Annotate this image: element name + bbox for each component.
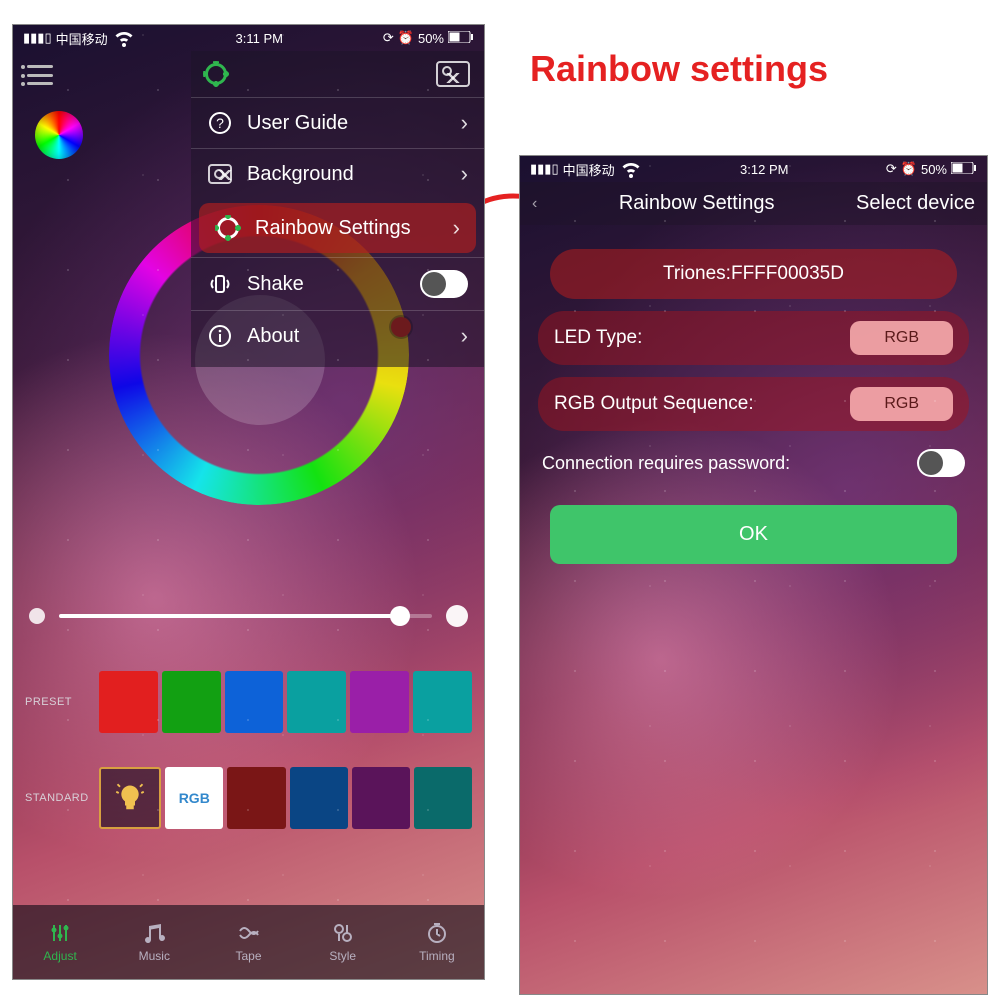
alarm-icon: ⏰ — [398, 30, 414, 46]
brightness-slider[interactable] — [59, 614, 432, 618]
question-icon: ? — [207, 111, 233, 135]
preset-swatch[interactable] — [225, 671, 284, 733]
adjust-icon — [48, 921, 72, 945]
gear-icon[interactable] — [205, 63, 227, 85]
battery-icon — [951, 162, 977, 177]
preset-swatch[interactable] — [350, 671, 409, 733]
brightness-slider-row — [13, 605, 484, 627]
photo-icon[interactable] — [436, 61, 470, 87]
sun-large-icon — [446, 605, 468, 627]
preset-swatch[interactable] — [287, 671, 346, 733]
standard-swatch[interactable] — [290, 767, 348, 829]
standard-swatch[interactable] — [352, 767, 410, 829]
back-icon[interactable]: ‹ — [532, 195, 537, 213]
shake-icon — [207, 272, 233, 296]
chevron-right-icon: › — [461, 323, 468, 349]
menu-item-label: About — [247, 325, 447, 348]
led-type-value[interactable]: RGB — [850, 321, 953, 355]
rgb-sequence-value[interactable]: RGB — [850, 387, 953, 421]
chevron-right-icon: › — [453, 215, 460, 241]
ok-button[interactable]: OK — [550, 505, 957, 564]
menu-item-background[interactable]: Background › — [191, 148, 484, 199]
gear-icon — [215, 217, 241, 239]
select-device-button[interactable]: Select device — [856, 192, 975, 215]
color-wheel-thumbnail[interactable] — [35, 111, 83, 159]
signal-icon: ▮▮▮▯ — [23, 30, 52, 46]
clock-label: 3:11 PM — [236, 31, 283, 46]
menu-item-rainbow-settings[interactable]: Rainbow Settings › — [199, 203, 476, 253]
rgb-sequence-row: RGB Output Sequence: RGB — [538, 377, 969, 431]
led-type-label: LED Type: — [554, 327, 642, 349]
standard-swatch[interactable] — [227, 767, 285, 829]
menu-item-label: Shake — [247, 273, 406, 296]
tab-style[interactable]: Style — [296, 905, 390, 979]
rainbow-settings-header: ‹ Rainbow Settings Select device — [520, 182, 987, 225]
signal-icon: ▮▮▮▯ — [530, 161, 559, 177]
info-icon — [207, 324, 233, 348]
svg-text:?: ? — [216, 115, 224, 131]
timing-icon — [425, 921, 449, 945]
connection-password-row: Connection requires password: — [542, 449, 965, 477]
status-bar: ▮▮▮▯ 中国移动 3:11 PM ⟳ ⏰ 50% — [13, 25, 484, 51]
device-name-pill[interactable]: Triones:FFFF00035D — [550, 249, 957, 299]
sun-small-icon — [29, 608, 45, 624]
chevron-right-icon: › — [461, 110, 468, 136]
preset-swatch[interactable] — [99, 671, 158, 733]
standard-bulb-swatch[interactable] — [99, 767, 161, 829]
standard-label: STANDARD — [25, 792, 89, 804]
connection-password-toggle[interactable] — [917, 449, 965, 477]
standard-rgb-swatch[interactable]: RGB — [165, 767, 223, 829]
photo-icon — [207, 164, 233, 184]
battery-label: 50% — [418, 31, 444, 46]
preset-swatch[interactable] — [413, 671, 472, 733]
wifi-icon — [619, 156, 643, 183]
menu-item-label: Rainbow Settings — [255, 217, 439, 240]
rgb-sequence-label: RGB Output Sequence: — [554, 393, 754, 415]
standard-swatch[interactable] — [414, 767, 472, 829]
tab-music[interactable]: Music — [107, 905, 201, 979]
tab-label: Music — [139, 949, 170, 963]
alarm-icon: ⏰ — [901, 161, 917, 177]
caption-rainbow-settings: Rainbow settings — [530, 48, 828, 90]
wifi-icon — [112, 25, 136, 52]
tab-label: Tape — [235, 949, 261, 963]
carrier-label: 中国移动 — [563, 160, 615, 179]
tab-label: Adjust — [43, 949, 76, 963]
battery-icon — [448, 31, 474, 46]
battery-label: 50% — [921, 162, 947, 177]
menu-item-label: User Guide — [247, 112, 447, 135]
phone-adjust-screen: ▮▮▮▯ 中国移动 3:11 PM ⟳ ⏰ 50% ? — [12, 24, 485, 980]
preset-label: PRESET — [25, 696, 89, 708]
chevron-right-icon: › — [461, 161, 468, 187]
preset-swatch[interactable] — [162, 671, 221, 733]
carrier-label: 中国移动 — [56, 29, 108, 48]
preset-row: PRESET — [13, 661, 484, 743]
menu-item-user-guide[interactable]: ? User Guide › — [191, 97, 484, 148]
menu-icon[interactable] — [27, 65, 53, 85]
tab-adjust[interactable]: Adjust — [13, 905, 107, 979]
orientation-lock-icon: ⟳ — [383, 30, 394, 46]
tab-timing[interactable]: Timing — [390, 905, 484, 979]
settings-dropdown: ? User Guide › Background › Rainbow Sett… — [191, 51, 484, 367]
connection-password-label: Connection requires password: — [542, 453, 790, 474]
tab-label: Style — [329, 949, 356, 963]
page-title: Rainbow Settings — [619, 192, 775, 215]
clock-label: 3:12 PM — [740, 162, 788, 177]
menu-item-about[interactable]: About › — [191, 310, 484, 361]
menu-item-shake[interactable]: Shake — [191, 257, 484, 310]
style-icon — [331, 921, 355, 945]
tab-label: Timing — [419, 949, 455, 963]
bottom-tabs: Adjust Music Tape Style Timing — [13, 905, 484, 979]
status-bar: ▮▮▮▯ 中国移动 3:12 PM ⟳ ⏰ 50% — [520, 156, 987, 182]
standard-row: STANDARD RGB — [13, 757, 484, 839]
menu-item-label: Background — [247, 163, 447, 186]
music-icon — [142, 921, 166, 945]
shake-toggle[interactable] — [420, 270, 468, 298]
tape-icon — [237, 921, 261, 945]
tab-tape[interactable]: Tape — [201, 905, 295, 979]
phone-rainbow-settings-screen: ▮▮▮▯ 中国移动 3:12 PM ⟳ ⏰ 50% ‹ Rainbow Sett… — [519, 155, 988, 995]
led-type-row: LED Type: RGB — [538, 311, 969, 365]
orientation-lock-icon: ⟳ — [886, 161, 897, 177]
